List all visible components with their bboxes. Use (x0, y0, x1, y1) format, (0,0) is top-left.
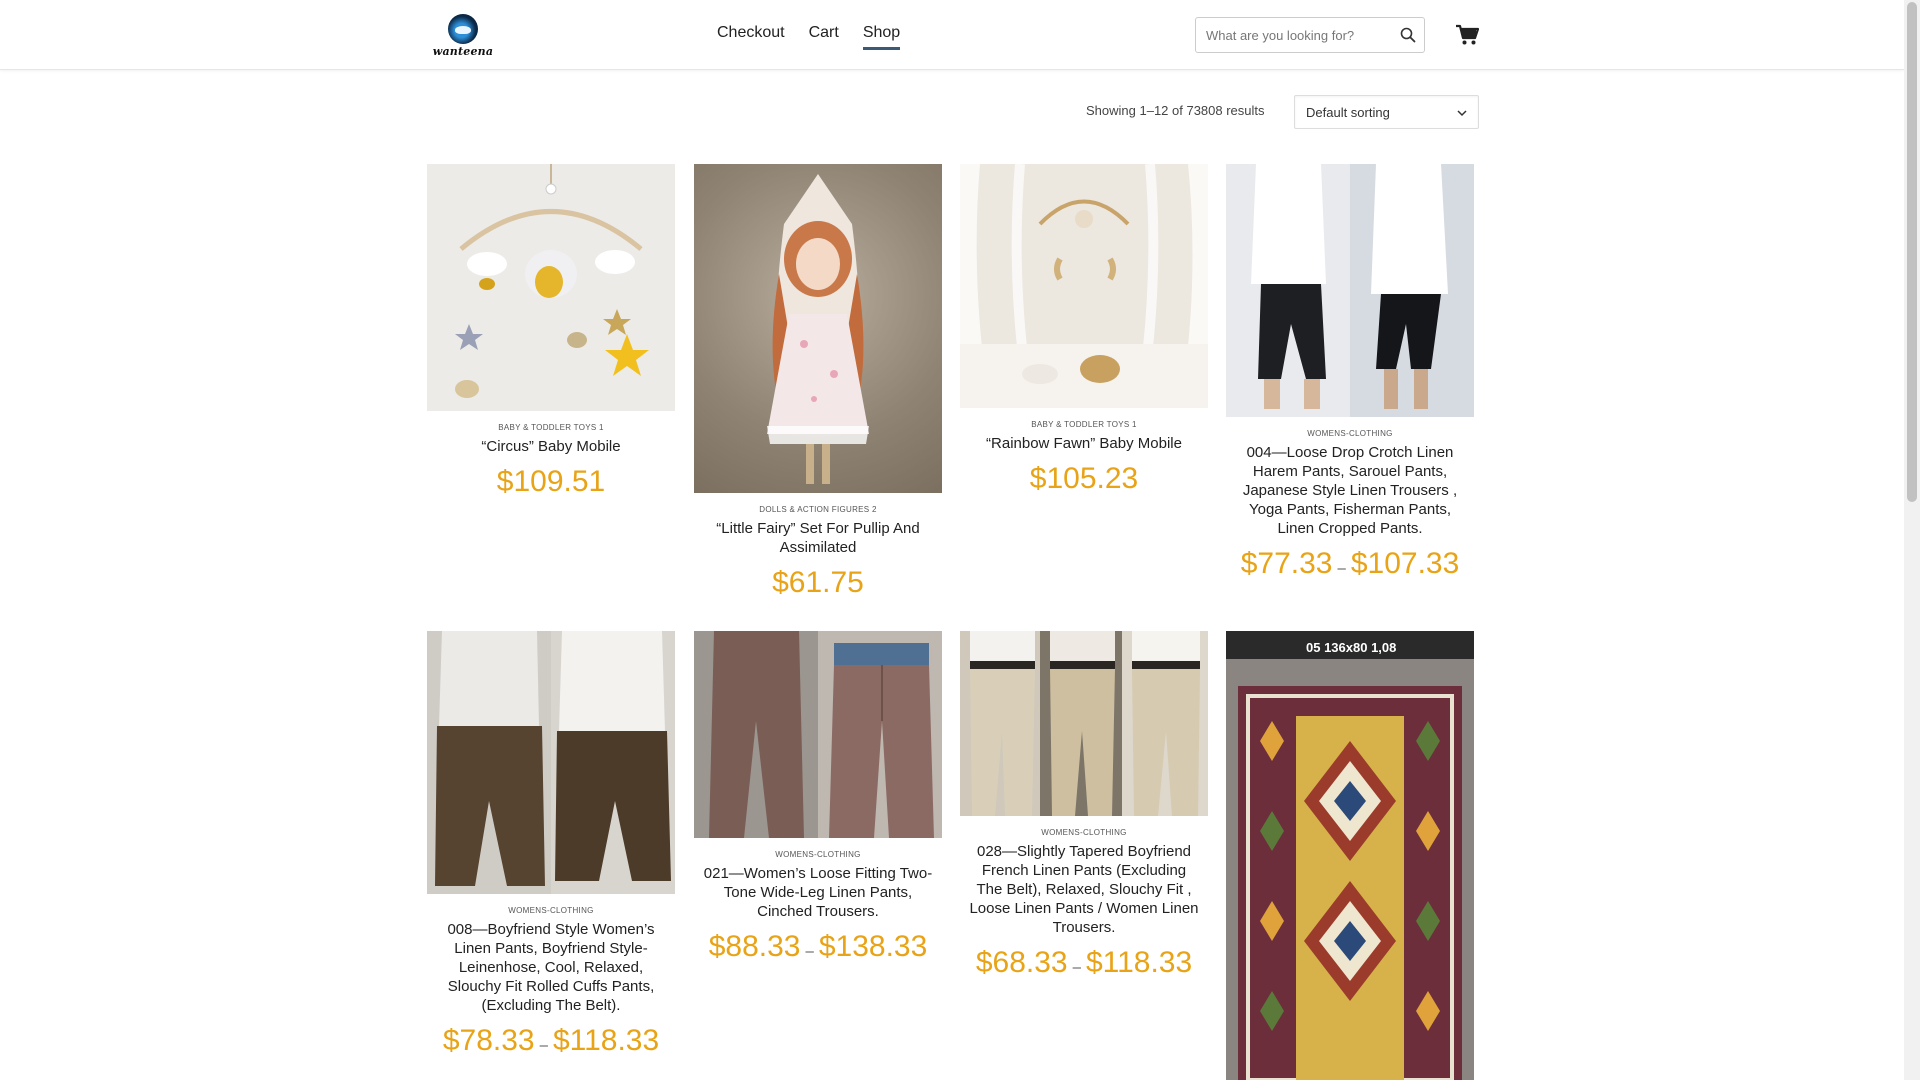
search-box (1195, 17, 1425, 53)
price-max: $107.33 (1350, 547, 1460, 580)
product-title[interactable]: 028—Slightly Tapered Boyfriend French Li… (968, 842, 1200, 937)
page-scrollbar[interactable] (1904, 0, 1920, 1080)
image-caption: 05 136x80 1,08 (1306, 640, 1397, 655)
product-price: $88.33– $138.33 (694, 930, 942, 969)
product-title[interactable]: “Circus” Baby Mobile (435, 437, 667, 456)
linen-pants-image (960, 631, 1208, 816)
product-card[interactable]: WOMENS-CLOTHING 028—Slightly Tapered Boy… (960, 631, 1208, 985)
nav-checkout[interactable]: Checkout (717, 24, 785, 50)
sorting-selected-value: Default sorting (1306, 105, 1390, 120)
product-price: $68.33– $118.33 (960, 946, 1208, 985)
main-nav: Checkout Cart Shop (717, 24, 901, 50)
baby-mobile-image (455, 164, 649, 398)
product-image[interactable]: 05 136x80 1,08 (1226, 631, 1474, 1080)
chevron-down-icon (1457, 110, 1467, 117)
product-card[interactable]: BABY & TODDLER TOYS 1 “Rainbow Fawn” Bab… (960, 164, 1208, 496)
product-card[interactable]: WOMENS-CLOTHING 004—Loose Drop Crotch Li… (1226, 164, 1474, 586)
product-card[interactable]: WOMENS-CLOTHING 021—Women’s Loose Fittin… (694, 631, 942, 969)
price-separator: – (1072, 959, 1081, 976)
product-card[interactable]: BABY & TODDLER TOYS 1 “Circus” Baby Mobi… (427, 164, 675, 499)
scrollbar-thumb[interactable] (1907, 2, 1917, 502)
product-price: $77.33– $107.33 (1226, 547, 1474, 586)
price-max: $138.33 (818, 930, 928, 963)
product-category: BABY & TODDLER TOYS 1 (1031, 420, 1137, 429)
product-price: $61.75 (772, 566, 864, 599)
price-min: $78.33 (442, 1024, 535, 1057)
product-image[interactable] (427, 164, 675, 411)
nav-cart[interactable]: Cart (809, 24, 839, 50)
price-min: $77.33 (1240, 547, 1333, 580)
price-max: $118.33 (1085, 946, 1193, 979)
product-image[interactable] (960, 631, 1208, 816)
sorting-select[interactable]: Default sorting (1294, 95, 1479, 129)
product-category: WOMENS-CLOTHING (1307, 429, 1393, 438)
result-count: Showing 1–12 of 73808 results (1086, 103, 1265, 118)
product-image[interactable] (1226, 164, 1474, 417)
linen-pants-image (694, 631, 942, 838)
price-separator: – (1337, 560, 1346, 577)
search-icon[interactable] (1400, 27, 1416, 43)
cart-icon[interactable] (1455, 24, 1479, 46)
price-separator: – (805, 943, 814, 960)
linen-pants-image (1226, 164, 1474, 417)
logo-text: wanteena (432, 45, 494, 58)
product-image[interactable] (427, 631, 675, 894)
baby-mobile-crib-image (960, 164, 1208, 408)
product-title[interactable]: 008—Boyfriend Style Women’s Linen Pants,… (435, 920, 667, 1015)
product-title[interactable]: “Little Fairy” Set For Pullip And Assimi… (702, 519, 934, 557)
price-separator: – (539, 1037, 548, 1054)
product-category: WOMENS-CLOTHING (1041, 828, 1127, 837)
product-title[interactable]: 004—Loose Drop Crotch Linen Harem Pants,… (1234, 443, 1466, 538)
product-card[interactable]: DOLLS & ACTION FIGURES 2 “Little Fairy” … (694, 164, 942, 600)
product-card[interactable]: 05 136x80 1,08 (1226, 631, 1474, 1080)
product-category: BABY & TODDLER TOYS 1 (498, 423, 604, 432)
product-price: $109.51 (496, 465, 606, 498)
price-max: $118.33 (552, 1024, 660, 1057)
doll-image (767, 174, 869, 484)
site-header: wanteena Checkout Cart Shop (0, 0, 1904, 70)
price-min: $88.33 (708, 930, 801, 963)
search-input[interactable] (1196, 18, 1396, 52)
site-logo[interactable]: wanteena (432, 12, 494, 58)
kilim-rug-image (1226, 631, 1474, 1080)
product-category: WOMENS-CLOTHING (775, 850, 861, 859)
product-price: $78.33– $118.33 (427, 1024, 675, 1063)
product-image[interactable] (694, 631, 942, 838)
product-title[interactable]: 021—Women’s Loose Fitting Two-Tone Wide-… (702, 864, 934, 921)
nav-shop[interactable]: Shop (862, 24, 901, 50)
product-image[interactable] (694, 164, 942, 493)
product-category: DOLLS & ACTION FIGURES 2 (759, 505, 877, 514)
product-category: WOMENS-CLOTHING (508, 906, 594, 915)
whale-logo-icon (448, 14, 478, 44)
product-image[interactable] (960, 164, 1208, 408)
linen-pants-image (427, 631, 675, 894)
product-card[interactable]: WOMENS-CLOTHING 008—Boyfriend Style Wome… (427, 631, 675, 1063)
product-title[interactable]: “Rainbow Fawn” Baby Mobile (968, 434, 1200, 453)
product-price: $105.23 (1029, 462, 1139, 495)
price-min: $68.33 (975, 946, 1068, 979)
